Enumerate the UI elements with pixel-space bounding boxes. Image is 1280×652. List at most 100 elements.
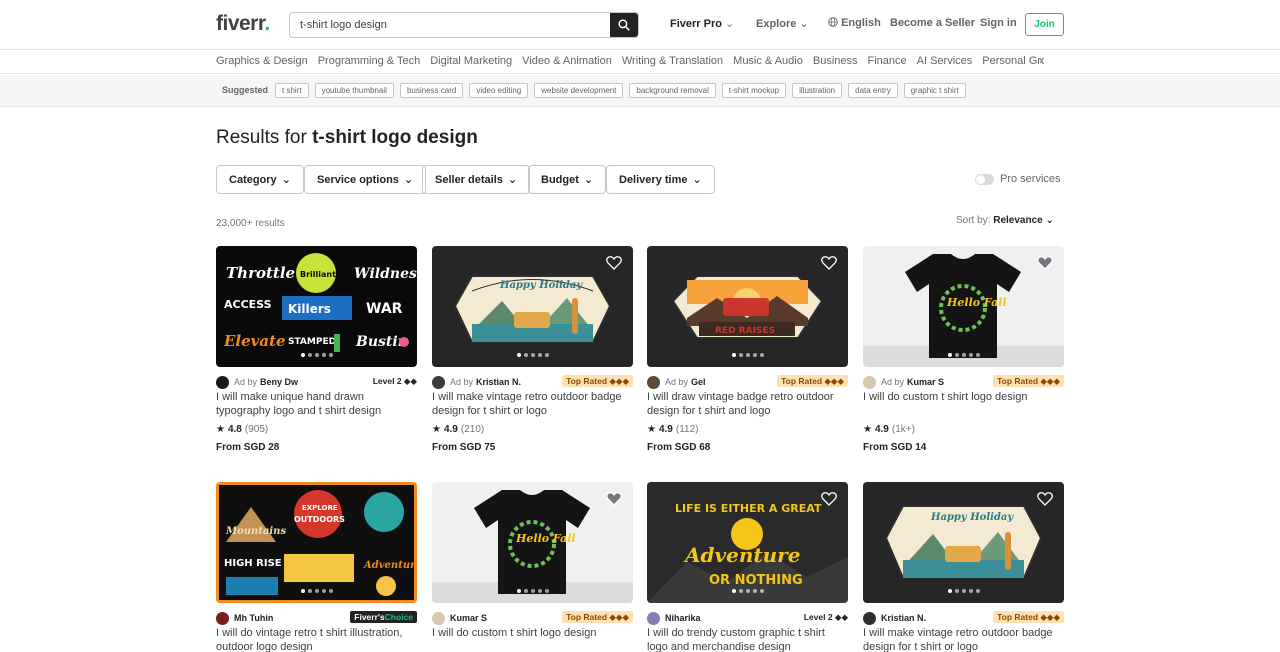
- fiverr-pro-menu[interactable]: Fiverr Pro ⌄: [670, 17, 734, 30]
- gig-thumbnail[interactable]: Hello Fall: [863, 246, 1064, 367]
- category-link[interactable]: Personal Growth: [982, 55, 1044, 67]
- suggested-tag[interactable]: graphic t shirt: [903, 83, 966, 98]
- sign-in-link[interactable]: Sign in: [980, 17, 1017, 29]
- carousel-dot[interactable]: [968, 589, 973, 593]
- filter-category[interactable]: Category ⌄: [216, 165, 304, 194]
- gig-thumbnail[interactable]: RED RAISES: [647, 246, 848, 367]
- gig-title[interactable]: I will make vintage retro outdoor badge …: [863, 626, 1064, 652]
- carousel-dot[interactable]: [321, 353, 326, 357]
- join-button[interactable]: Join: [1025, 13, 1064, 36]
- carousel-dot[interactable]: [544, 589, 549, 593]
- carousel-dot[interactable]: [961, 353, 966, 357]
- carousel-dots[interactable]: [300, 353, 333, 357]
- suggested-tag[interactable]: business card: [399, 83, 464, 98]
- carousel-dots[interactable]: [731, 353, 764, 357]
- gig-price[interactable]: From SGD 14: [863, 442, 1064, 453]
- avatar[interactable]: [216, 611, 229, 625]
- carousel-dots[interactable]: [516, 589, 549, 593]
- pro-services-toggle[interactable]: [975, 174, 994, 185]
- heart-icon[interactable]: [606, 256, 622, 270]
- gig-title[interactable]: I will do custom t shirt logo design: [432, 626, 633, 652]
- become-seller-link[interactable]: Become a Seller: [890, 17, 975, 29]
- search-input[interactable]: [290, 13, 610, 37]
- carousel-dot[interactable]: [537, 353, 542, 357]
- carousel-dot[interactable]: [738, 589, 743, 593]
- carousel-dot[interactable]: [759, 353, 764, 357]
- carousel-dot[interactable]: [731, 353, 736, 357]
- suggested-tag[interactable]: t shirt: [275, 83, 309, 98]
- gig-card[interactable]: Happy Holiday Ad by Kristian N. Top Rated …: [432, 246, 633, 453]
- gig-card[interactable]: Hello Fall Kumar S Top Rated ◆◆◆ I will do…: [432, 482, 633, 652]
- seller-name[interactable]: Kumar S: [907, 377, 944, 387]
- carousel-dot[interactable]: [759, 589, 764, 593]
- seller-name[interactable]: Gel: [691, 377, 706, 387]
- seller-name[interactable]: Kristian N.: [881, 613, 926, 623]
- heart-icon[interactable]: [606, 492, 622, 506]
- filter-budget[interactable]: Budget ⌄: [528, 165, 607, 194]
- carousel-dot[interactable]: [516, 353, 521, 357]
- avatar[interactable]: [432, 611, 445, 625]
- category-link[interactable]: Graphics & Design: [216, 55, 308, 67]
- gig-card[interactable]: Throttle Brilliant Wildness ACCESS Kille…: [216, 246, 417, 453]
- suggested-tag[interactable]: illustration: [792, 83, 843, 98]
- avatar[interactable]: [863, 375, 876, 389]
- category-link[interactable]: Music & Audio: [733, 55, 803, 67]
- carousel-dot[interactable]: [947, 589, 952, 593]
- heart-icon[interactable]: [821, 492, 837, 506]
- gig-title[interactable]: I will do vintage retro t shirt illustra…: [216, 626, 417, 652]
- gig-title[interactable]: I will make unique hand drawn typography…: [216, 390, 417, 418]
- gig-card[interactable]: RED RAISES Ad by Gel Top Rated ◆◆◆ I will d…: [647, 246, 848, 453]
- seller-name[interactable]: Kristian N.: [476, 377, 521, 387]
- gig-thumbnail[interactable]: Happy Holiday: [432, 246, 633, 367]
- carousel-dot[interactable]: [954, 353, 959, 357]
- avatar[interactable]: [432, 375, 445, 389]
- suggested-tag[interactable]: website development: [534, 83, 624, 98]
- category-link[interactable]: Video & Animation: [522, 55, 612, 67]
- carousel-dot[interactable]: [530, 353, 535, 357]
- category-link[interactable]: Programming & Tech: [318, 55, 421, 67]
- category-link[interactable]: Business: [813, 55, 858, 67]
- suggested-tag[interactable]: video editing: [469, 83, 529, 98]
- avatar[interactable]: [647, 611, 660, 625]
- carousel-dot[interactable]: [307, 353, 312, 357]
- carousel-dots[interactable]: [731, 589, 764, 593]
- avatar[interactable]: [863, 611, 876, 625]
- gig-thumbnail[interactable]: Happy Holiday: [863, 482, 1064, 603]
- category-link[interactable]: Finance: [868, 55, 907, 67]
- suggested-tag[interactable]: t-shirt mockup: [721, 83, 787, 98]
- gig-price[interactable]: From SGD 68: [647, 442, 848, 453]
- gig-card[interactable]: Happy Holiday Kristian N. Top Rated ◆◆◆ I …: [863, 482, 1064, 652]
- carousel-dot[interactable]: [947, 353, 952, 357]
- category-link[interactable]: Writing & Translation: [622, 55, 723, 67]
- carousel-dot[interactable]: [300, 353, 305, 357]
- gig-price[interactable]: From SGD 28: [216, 442, 417, 453]
- carousel-dot[interactable]: [731, 589, 736, 593]
- carousel-dot[interactable]: [738, 353, 743, 357]
- fiverr-logo[interactable]: fiverr.: [216, 12, 270, 36]
- category-link[interactable]: Digital Marketing: [430, 55, 512, 67]
- carousel-dot[interactable]: [954, 589, 959, 593]
- heart-icon[interactable]: [1037, 492, 1053, 506]
- carousel-dot[interactable]: [537, 589, 542, 593]
- carousel-dot[interactable]: [328, 353, 333, 357]
- carousel-dot[interactable]: [314, 589, 319, 593]
- seller-name[interactable]: Beny Dw: [260, 377, 298, 387]
- gig-thumbnail[interactable]: Mountains EXPLORE OUTDOORS HIGH RISE Adv…: [216, 482, 417, 603]
- carousel-dot[interactable]: [307, 589, 312, 593]
- carousel-dot[interactable]: [961, 589, 966, 593]
- filter-seller-details[interactable]: Seller details ⌄: [422, 165, 531, 194]
- language-selector[interactable]: English: [828, 17, 881, 29]
- heart-icon[interactable]: [821, 256, 837, 270]
- carousel-dot[interactable]: [752, 353, 757, 357]
- seller-name[interactable]: Mh Tuhin: [234, 613, 273, 623]
- gig-card[interactable]: Hello Fall Ad by Kumar S Top Rated ◆◆◆ I wi…: [863, 246, 1064, 453]
- gig-card[interactable]: Mountains EXPLORE OUTDOORS HIGH RISE Adv…: [216, 482, 417, 652]
- carousel-dot[interactable]: [516, 589, 521, 593]
- gig-thumbnail[interactable]: LIFE IS EITHER A GREAT Adventure OR NOTH…: [647, 482, 848, 603]
- suggested-tag[interactable]: youtube thumbnail: [314, 83, 394, 98]
- carousel-dot[interactable]: [544, 353, 549, 357]
- carousel-dots[interactable]: [947, 353, 980, 357]
- filter-service-options[interactable]: Service options ⌄: [304, 165, 427, 194]
- gig-title[interactable]: I will do trendy custom graphic t shirt …: [647, 626, 848, 652]
- gig-title[interactable]: I will draw vintage badge retro outdoor …: [647, 390, 848, 418]
